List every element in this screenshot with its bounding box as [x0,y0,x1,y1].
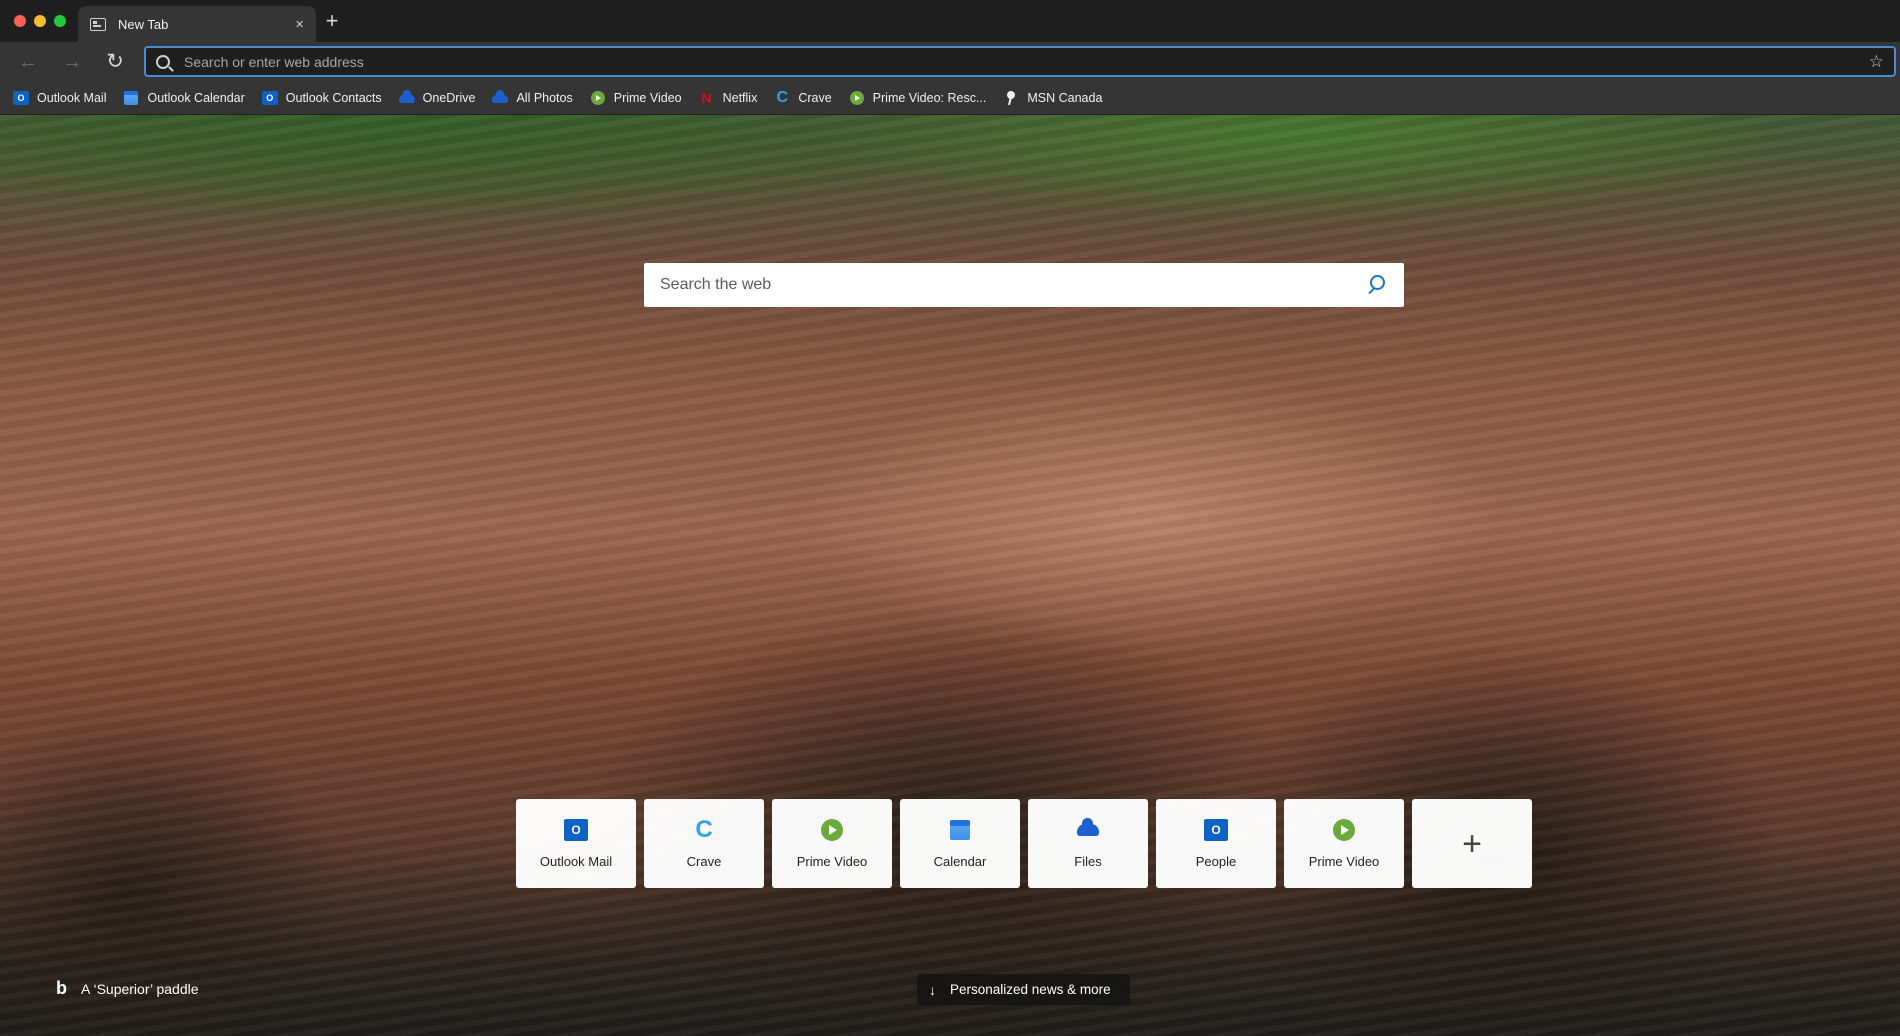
tile-label: Files [1074,854,1102,869]
bookmark-prime-video[interactable]: Prime Video [590,90,682,106]
bookmark-msn-canada[interactable]: MSN Canada [1003,90,1102,106]
tile-label: Prime Video [1308,854,1380,869]
top-sites: O Outlook Mail C Crave Prime Video Calen… [516,799,1532,888]
personalized-news-button[interactable]: ↓ Personalized news & more [917,974,1130,1005]
tab-close-icon[interactable]: × [295,16,304,33]
tile-label: Crave [686,854,722,869]
bookmark-label: All Photos [516,91,573,105]
bookmark-label: Prime Video [613,91,682,105]
add-site-button[interactable]: + [1412,799,1532,888]
bookmark-netflix[interactable]: N Netflix [699,90,758,106]
tab-strip: New Tab × + [0,0,1900,42]
bookmark-outlook-calendar[interactable]: Outlook Calendar [123,90,245,106]
tile-outlook-mail[interactable]: O Outlook Mail [516,799,636,888]
bookmark-star-icon[interactable]: ☆ [1869,52,1884,72]
window-minimize-button[interactable] [34,15,46,27]
search-icon [156,54,170,69]
bookmarks-bar: O Outlook Mail Outlook Calendar O Outloo… [0,82,1900,115]
new-tab-page-icon [90,17,106,31]
tile-prime-video-2[interactable]: Prime Video [1284,799,1404,888]
image-credit-label: A ‘Superior’ paddle [81,980,199,997]
address-input[interactable] [184,53,1869,70]
toolbar: ← → ↻ ☆ [0,42,1900,82]
tile-label: People [1195,854,1237,869]
bookmark-label: Crave [798,91,832,105]
bookmark-label: Outlook Mail [37,91,107,105]
image-credit[interactable]: b A ‘Superior’ paddle [56,978,199,999]
cloud-icon [492,89,509,106]
bookmark-label: Netflix [722,91,758,105]
calendar-icon [948,818,972,842]
plus-icon: + [1462,824,1482,863]
tab-title: New Tab [118,16,169,32]
outlook-icon: O [13,90,29,106]
play-icon [1332,818,1356,842]
new-tab-page: O Outlook Mail C Crave Prime Video Calen… [0,115,1900,1036]
bookmark-onedrive[interactable]: OneDrive [398,89,476,106]
tile-people[interactable]: O People [1156,799,1276,888]
forward-button[interactable]: → [58,50,86,74]
bookmark-label: MSN Canada [1027,91,1103,105]
window-close-button[interactable] [14,15,26,27]
netflix-icon: N [701,90,712,106]
cloud-icon [1076,818,1100,842]
bookmark-all-photos[interactable]: All Photos [492,89,573,106]
arrow-down-icon: ↓ [929,981,936,998]
outlook-icon: O [261,90,278,106]
play-icon [849,90,865,106]
bookmark-outlook-contacts[interactable]: O Outlook Contacts [261,90,382,106]
calendar-icon [123,90,139,106]
play-icon [820,818,844,842]
cloud-icon [398,89,415,106]
tile-prime-video[interactable]: Prime Video [772,799,892,888]
search-icon[interactable] [1368,275,1388,295]
tab-new-tab[interactable]: New Tab × [78,6,316,42]
outlook-icon: O [564,818,588,842]
tile-label: Outlook Mail [539,854,613,869]
web-search-box[interactable] [644,263,1404,307]
tile-label: Calendar [933,854,987,869]
bing-logo-icon: b [56,978,67,998]
background-image [0,115,1900,1036]
bookmark-prime-video-rescue[interactable]: Prime Video: Resc... [849,90,987,106]
tile-crave[interactable]: C Crave [644,799,764,888]
tile-calendar[interactable]: Calendar [900,799,1020,888]
news-button-label: Personalized news & more [950,982,1111,997]
bookmark-label: Outlook Contacts [285,91,382,105]
bookmark-label: Outlook Calendar [147,91,245,105]
new-tab-button[interactable]: + [320,10,344,34]
tile-files[interactable]: Files [1028,799,1148,888]
address-bar[interactable]: ☆ [144,46,1896,77]
crave-icon: C [695,816,713,843]
window-zoom-button[interactable] [54,15,66,27]
crave-icon: C [776,89,789,106]
bookmark-crave[interactable]: C Crave [774,89,832,106]
bookmark-outlook-mail[interactable]: O Outlook Mail [13,90,106,106]
web-search-input[interactable] [660,276,1368,294]
bookmark-label: Prime Video: Resc... [872,91,987,105]
msn-icon [1003,90,1019,106]
bookmark-label: OneDrive [422,91,476,105]
tile-label: Prime Video [796,854,868,869]
outlook-icon: O [1204,818,1228,842]
play-icon [590,90,606,106]
back-button[interactable]: ← [14,50,42,74]
reload-button[interactable]: ↻ [101,50,129,74]
